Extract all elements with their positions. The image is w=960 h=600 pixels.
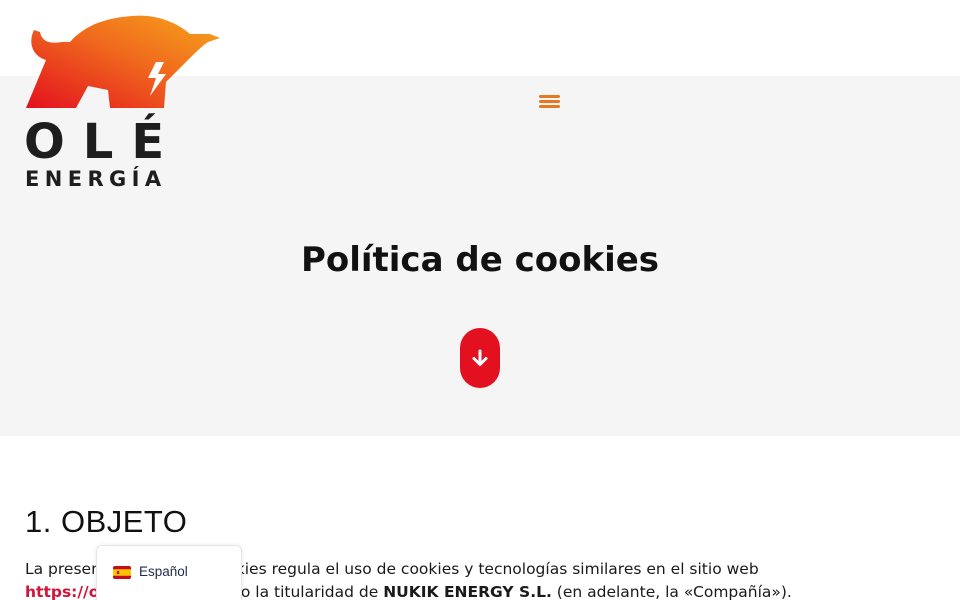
hamburger-menu-icon-bar — [539, 105, 560, 108]
arrow-down-icon — [472, 349, 488, 366]
hamburger-menu-icon-bar — [539, 100, 560, 103]
logo-text-main: OLÉ — [24, 114, 183, 170]
page-title: Política de cookies — [300, 240, 660, 280]
site-logo[interactable]: OLÉ ENERGÍA — [24, 12, 224, 192]
hamburger-menu-button[interactable] — [538, 92, 562, 112]
hamburger-menu-icon — [539, 95, 560, 98]
bull-logo-icon — [26, 15, 220, 108]
company-name: NUKIK ENERGY S.L. — [383, 583, 552, 600]
language-label: Español — [139, 564, 188, 579]
spain-flag-icon — [113, 566, 131, 579]
language-switcher[interactable]: Español — [96, 545, 242, 600]
paragraph-text-end: (en adelante, la «Compañía»). — [551, 583, 792, 600]
scroll-down-button[interactable] — [460, 328, 500, 388]
section-heading-objeto: 1. OBJETO — [25, 504, 188, 539]
page: OLÉ ENERGÍA Política de cookies 1. OBJET… — [0, 0, 960, 600]
logo-text-sub: ENERGÍA — [25, 167, 167, 191]
